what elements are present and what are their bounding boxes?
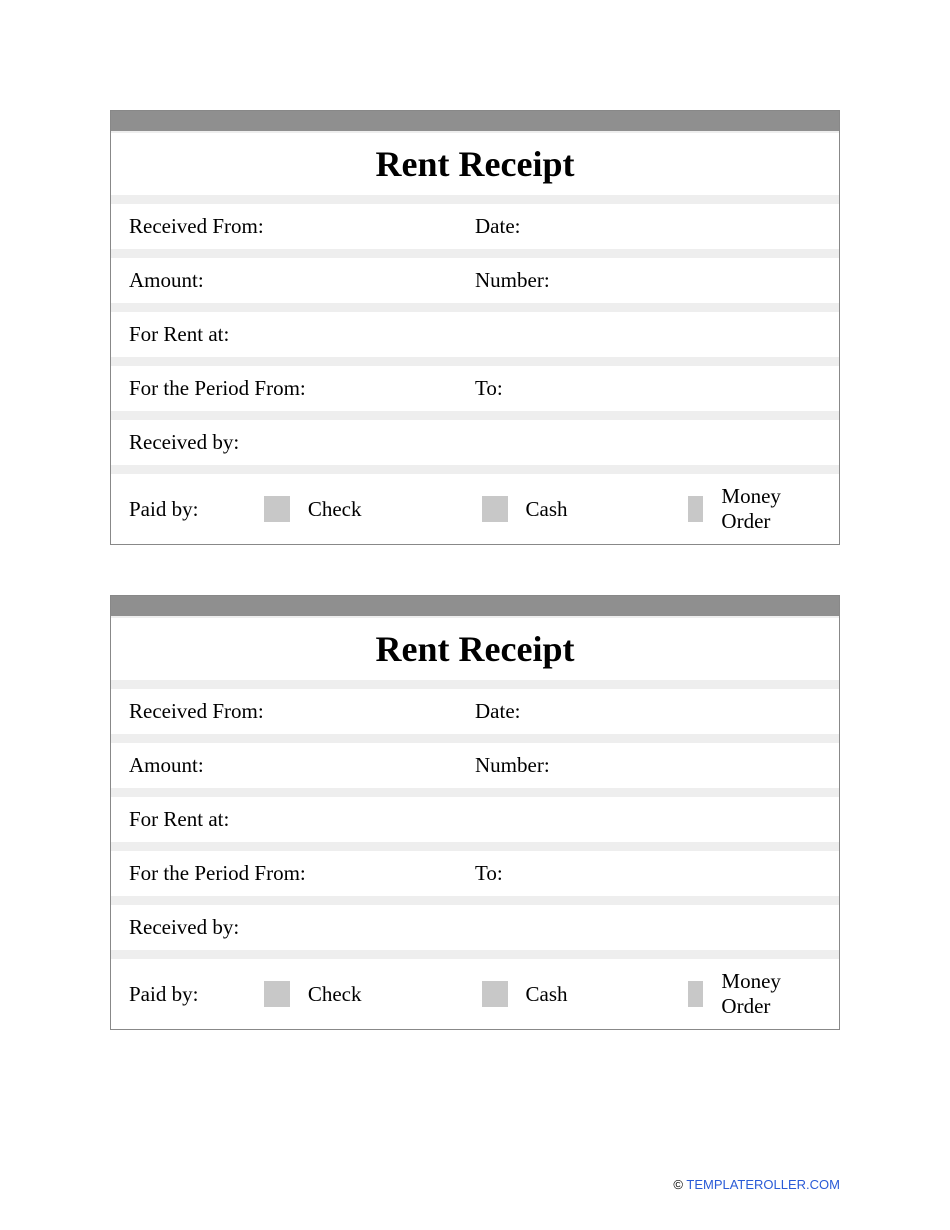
checkbox-money-order[interactable] xyxy=(688,981,704,1007)
label-check: Check xyxy=(308,982,362,1007)
label-to: To: xyxy=(475,861,821,886)
row-amount: Amount: Number: xyxy=(111,743,839,788)
pay-option-cash: Cash xyxy=(482,969,568,1019)
receipt-title-wrap: Rent Receipt xyxy=(111,133,839,195)
label-number: Number: xyxy=(475,268,821,293)
receipt-topbar xyxy=(111,111,839,131)
label-period-from: For the Period From: xyxy=(129,376,475,401)
pay-option-money-order: Money Order xyxy=(688,969,792,1019)
row-received-from: Received From: Date: xyxy=(111,204,839,249)
checkbox-cash[interactable] xyxy=(482,981,508,1007)
label-amount: Amount: xyxy=(129,753,475,778)
checkbox-cash[interactable] xyxy=(482,496,508,522)
row-period: For the Period From: To: xyxy=(111,851,839,896)
label-cash: Cash xyxy=(526,497,568,522)
label-received-from: Received From: xyxy=(129,214,475,239)
footer-copyright: © xyxy=(673,1177,683,1192)
checkbox-check[interactable] xyxy=(264,496,290,522)
row-received-by: Received by: xyxy=(111,905,839,950)
label-check: Check xyxy=(308,497,362,522)
rent-receipt-card: Rent Receipt Received From: Date: Amount… xyxy=(110,595,840,1030)
label-number: Number: xyxy=(475,753,821,778)
receipt-title: Rent Receipt xyxy=(111,628,839,670)
receipt-title: Rent Receipt xyxy=(111,143,839,185)
row-paid-by: Paid by: Check Cash Money Order xyxy=(111,474,839,544)
pay-option-check: Check xyxy=(264,969,362,1019)
row-received-from: Received From: Date: xyxy=(111,689,839,734)
label-date: Date: xyxy=(475,699,821,724)
row-for-rent-at: For Rent at: xyxy=(111,797,839,842)
label-for-rent-at: For Rent at: xyxy=(129,807,475,832)
footer-link[interactable]: TEMPLATEROLLER.COM xyxy=(686,1177,840,1192)
label-for-rent-at: For Rent at: xyxy=(129,322,475,347)
label-money-order: Money Order xyxy=(721,969,791,1019)
row-amount: Amount: Number: xyxy=(111,258,839,303)
label-received-from: Received From: xyxy=(129,699,475,724)
label-to: To: xyxy=(475,376,821,401)
row-received-by: Received by: xyxy=(111,420,839,465)
footer: © TEMPLATEROLLER.COM xyxy=(673,1177,840,1192)
checkbox-check[interactable] xyxy=(264,981,290,1007)
label-paid-by: Paid by: xyxy=(129,497,264,522)
label-received-by: Received by: xyxy=(129,915,475,940)
row-paid-by: Paid by: Check Cash Money Order xyxy=(111,959,839,1029)
pay-option-money-order: Money Order xyxy=(688,484,792,534)
receipt-title-wrap: Rent Receipt xyxy=(111,618,839,680)
label-paid-by: Paid by: xyxy=(129,982,264,1007)
label-received-by: Received by: xyxy=(129,430,475,455)
label-cash: Cash xyxy=(526,982,568,1007)
label-money-order: Money Order xyxy=(721,484,791,534)
label-date: Date: xyxy=(475,214,821,239)
rent-receipt-card: Rent Receipt Received From: Date: Amount… xyxy=(110,110,840,545)
pay-option-cash: Cash xyxy=(482,484,568,534)
row-period: For the Period From: To: xyxy=(111,366,839,411)
label-amount: Amount: xyxy=(129,268,475,293)
label-period-from: For the Period From: xyxy=(129,861,475,886)
row-for-rent-at: For Rent at: xyxy=(111,312,839,357)
pay-option-check: Check xyxy=(264,484,362,534)
checkbox-money-order[interactable] xyxy=(688,496,704,522)
receipt-topbar xyxy=(111,596,839,616)
